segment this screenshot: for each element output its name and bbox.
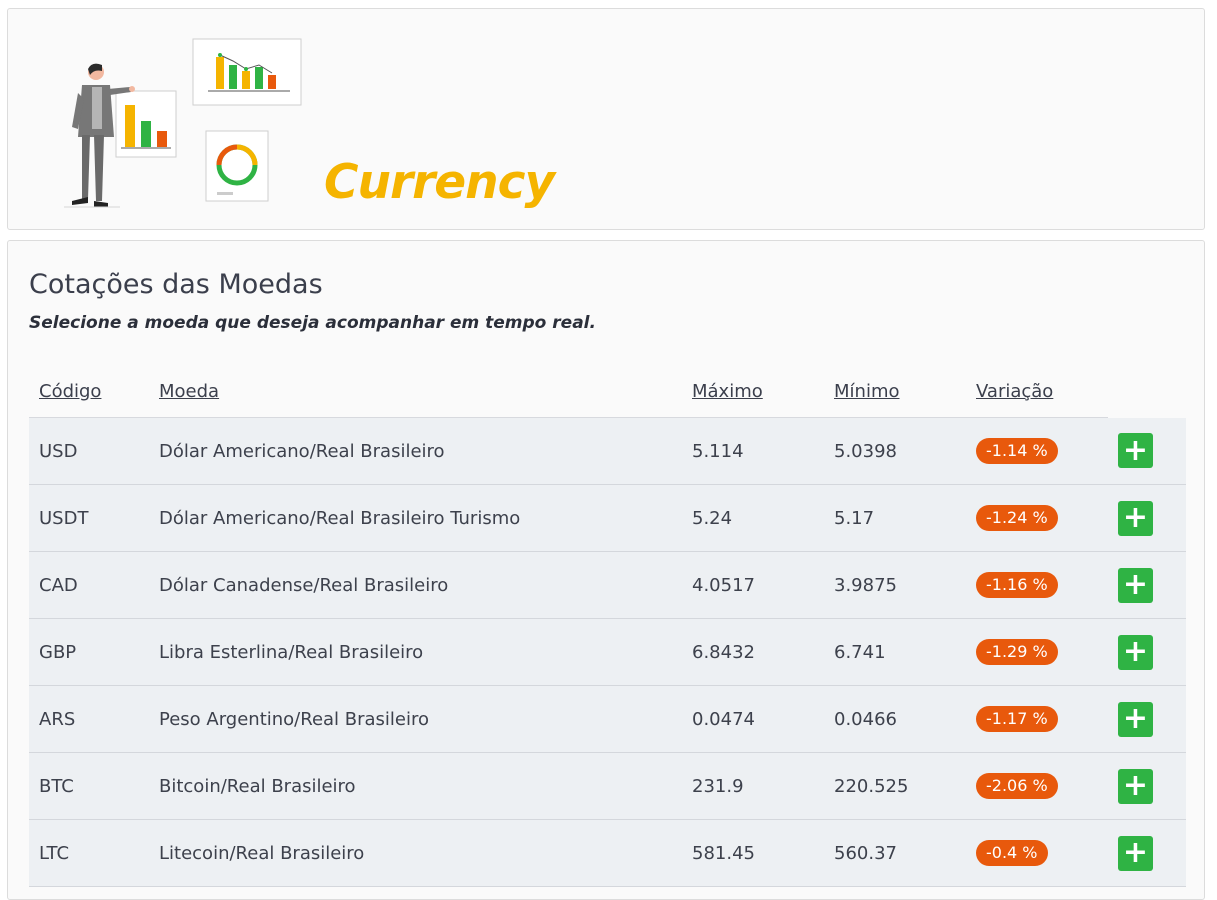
column-header-currency[interactable]: Moeda bbox=[149, 365, 682, 418]
analytics-illustration bbox=[64, 38, 302, 208]
table-row: ARS Peso Argentino/Real Brasileiro 0.0474 0… bbox=[29, 685, 1186, 753]
column-header-code[interactable]: Código bbox=[29, 365, 149, 418]
currency-name: Bitcoin/Real Brasileiro bbox=[149, 752, 682, 820]
header-card: Currency bbox=[7, 8, 1205, 230]
column-header-min[interactable]: Mínimo bbox=[824, 365, 966, 418]
currency-name: Dólar Americano/Real Brasileiro bbox=[149, 417, 682, 485]
variation-badge: -1.17 % bbox=[976, 706, 1058, 732]
currency-max: 581.45 bbox=[682, 819, 824, 887]
add-currency-button[interactable]: + bbox=[1118, 768, 1153, 804]
action-cell: + bbox=[1108, 752, 1186, 820]
add-currency-button[interactable]: + bbox=[1118, 500, 1153, 536]
currency-name: Libra Esterlina/Real Brasileiro bbox=[149, 618, 682, 686]
currency-min: 5.17 bbox=[824, 484, 966, 552]
variation-cell: -1.17 % bbox=[966, 685, 1108, 753]
plus-icon: + bbox=[1122, 634, 1149, 669]
variation-cell: -1.16 % bbox=[966, 551, 1108, 619]
action-cell: + bbox=[1108, 417, 1186, 485]
table-row: LTC Litecoin/Real Brasileiro 581.45 560.37-… bbox=[29, 819, 1186, 887]
add-currency-button[interactable]: + bbox=[1118, 634, 1153, 670]
currency-name: Dólar Americano/Real Brasileiro Turismo bbox=[149, 484, 682, 552]
add-currency-button[interactable]: + bbox=[1118, 701, 1153, 737]
plus-icon: + bbox=[1122, 701, 1149, 736]
currency-code: CAD bbox=[29, 551, 149, 619]
currency-min: 5.0398 bbox=[824, 417, 966, 485]
add-currency-button[interactable]: + bbox=[1118, 432, 1153, 469]
action-cell: + bbox=[1108, 819, 1186, 887]
currency-name: Peso Argentino/Real Brasileiro bbox=[149, 685, 682, 753]
currency-max: 231.9 bbox=[682, 752, 824, 820]
variation-cell: -0.4 % bbox=[966, 819, 1108, 887]
currency-code: USDT bbox=[29, 484, 149, 552]
variation-badge: -1.14 % bbox=[976, 438, 1058, 464]
action-cell: + bbox=[1108, 551, 1186, 619]
variation-badge: -1.24 % bbox=[976, 505, 1058, 531]
table-row: BTC Bitcoin/Real Brasileiro 231.9 220.525 -2… bbox=[29, 752, 1186, 820]
quotes-table-body: USD Dólar Americano/Real Brasileiro 5.114 5… bbox=[29, 417, 1186, 887]
plus-icon: + bbox=[1122, 567, 1149, 602]
variation-cell: -1.29 % bbox=[966, 618, 1108, 686]
add-currency-button[interactable]: + bbox=[1118, 835, 1153, 871]
brand-title: Currency bbox=[324, 155, 555, 210]
currency-code: GBP bbox=[29, 618, 149, 686]
currency-max: 5.114 bbox=[682, 417, 824, 485]
currency-max: 6.8432 bbox=[682, 618, 824, 686]
variation-badge: -1.16 % bbox=[976, 572, 1058, 598]
column-header-variation[interactable]: Variação bbox=[966, 365, 1108, 418]
plus-icon: + bbox=[1122, 835, 1149, 870]
action-cell: + bbox=[1108, 618, 1186, 686]
plus-icon: + bbox=[1122, 768, 1149, 803]
variation-badge: -2.06 % bbox=[976, 773, 1058, 799]
page-title: Cotações das Moedas bbox=[29, 269, 323, 300]
variation-badge: -0.4 % bbox=[976, 840, 1048, 866]
quotes-table: Código Moeda Máximo Mínimo Variação USD D… bbox=[29, 365, 1186, 887]
add-currency-button[interactable]: + bbox=[1118, 567, 1153, 603]
currency-max: 5.24 bbox=[682, 484, 824, 552]
table-row: GBP Libra Esterlina/Real Brasileiro 6.8432… bbox=[29, 618, 1186, 686]
variation-badge: -1.29 % bbox=[976, 639, 1058, 665]
currency-code: BTC bbox=[29, 752, 149, 820]
currency-name: Litecoin/Real Brasileiro bbox=[149, 819, 682, 887]
currency-name: Dólar Canadense/Real Brasileiro bbox=[149, 551, 682, 619]
variation-cell: -1.24 % bbox=[966, 484, 1108, 552]
currency-code: USD bbox=[29, 417, 149, 485]
variation-cell: -2.06 % bbox=[966, 752, 1108, 820]
column-header-max[interactable]: Máximo bbox=[682, 365, 824, 418]
column-header-actions bbox=[1108, 365, 1186, 418]
currency-max: 4.0517 bbox=[682, 551, 824, 619]
plus-icon: + bbox=[1122, 432, 1149, 468]
currency-code: ARS bbox=[29, 685, 149, 753]
action-cell: + bbox=[1108, 484, 1186, 552]
quotes-card: Cotações das Moedas Selecione a moeda qu… bbox=[7, 240, 1205, 900]
action-cell: + bbox=[1108, 685, 1186, 753]
variation-cell: -1.14 % bbox=[966, 417, 1108, 485]
currency-min: 6.741 bbox=[824, 618, 966, 686]
currency-min: 220.525 bbox=[824, 752, 966, 820]
currency-max: 0.0474 bbox=[682, 685, 824, 753]
table-row: USDT Dólar Americano/Real Brasileiro Turi… bbox=[29, 484, 1186, 552]
page-subtitle: Selecione a moeda que deseja acompanhar … bbox=[29, 313, 596, 333]
currency-code: LTC bbox=[29, 819, 149, 887]
currency-min: 0.0466 bbox=[824, 685, 966, 753]
currency-min: 3.9875 bbox=[824, 551, 966, 619]
table-row: USD Dólar Americano/Real Brasileiro 5.114 5… bbox=[29, 417, 1186, 485]
currency-min: 560.37 bbox=[824, 819, 966, 887]
table-row: CAD Dólar Canadense/Real Brasileiro 4.0517… bbox=[29, 551, 1186, 619]
plus-icon: + bbox=[1122, 500, 1149, 535]
